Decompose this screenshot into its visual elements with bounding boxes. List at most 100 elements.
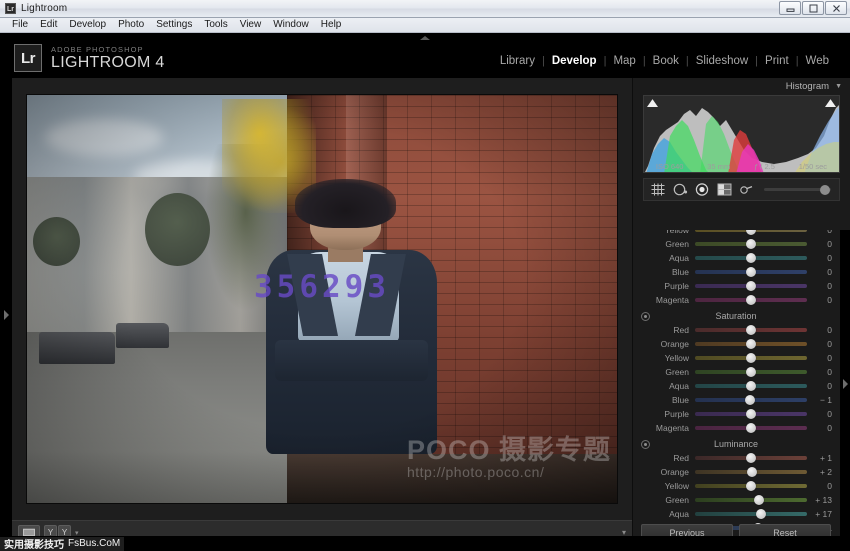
targeted-adjustment-icon[interactable]: [641, 312, 650, 321]
photo-preview[interactable]: 356293 POCO 摄影专题 http://photo.poco.cn/: [27, 95, 617, 503]
slider-track[interactable]: [695, 298, 807, 302]
maximize-button[interactable]: [802, 1, 824, 15]
slider-track[interactable]: [695, 342, 807, 346]
close-button[interactable]: [825, 1, 847, 15]
red-eye-icon[interactable]: [693, 182, 711, 198]
lightroom-shell: Lr ADOBE PHOTOSHOP LIGHTROOM 4 Library |…: [0, 33, 850, 551]
slider-knob[interactable]: [746, 367, 756, 377]
slider-knob[interactable]: [756, 509, 766, 519]
hsl-slider-row[interactable]: Magenta0: [633, 421, 839, 435]
module-develop[interactable]: Develop: [545, 54, 604, 68]
slider-track[interactable]: [695, 498, 807, 502]
module-print[interactable]: Print: [758, 54, 796, 68]
hsl-slider-row[interactable]: Purple0: [633, 407, 839, 421]
slider-track[interactable]: [695, 356, 807, 360]
hsl-panel-scroll-area[interactable]: Yellow0Green0Aqua0Blue0Purple0Magenta0Sa…: [633, 230, 839, 537]
targeted-adjustment-icon[interactable]: [641, 440, 650, 449]
histogram-header[interactable]: Histogram ▼: [633, 78, 850, 95]
slider-track[interactable]: [695, 512, 807, 516]
slider-track[interactable]: [695, 284, 807, 288]
slider-track[interactable]: [695, 384, 807, 388]
slider-knob[interactable]: [754, 495, 764, 505]
hsl-slider-row[interactable]: Aqua0: [633, 251, 839, 265]
hsl-slider-row[interactable]: Green0: [633, 365, 839, 379]
slider-knob[interactable]: [746, 253, 756, 263]
slider-knob[interactable]: [746, 409, 756, 419]
menu-item-develop[interactable]: Develop: [63, 18, 112, 32]
hsl-slider-row[interactable]: Yellow0: [633, 351, 839, 365]
menu-item-view[interactable]: View: [234, 18, 268, 32]
hsl-slider-row[interactable]: Green+ 13: [633, 493, 839, 507]
module-map[interactable]: Map: [606, 54, 642, 68]
identity-plate[interactable]: Lr ADOBE PHOTOSHOP LIGHTROOM 4: [14, 44, 165, 72]
hsl-slider-row[interactable]: Red+ 1: [633, 451, 839, 465]
menu-item-file[interactable]: File: [6, 18, 34, 32]
slider-track[interactable]: [695, 484, 807, 488]
slider-track[interactable]: [695, 328, 807, 332]
hsl-slider-row[interactable]: Blue0: [633, 265, 839, 279]
slider-knob[interactable]: [746, 295, 756, 305]
hsl-slider-row[interactable]: Yellow0: [633, 230, 839, 237]
hsl-slider-row[interactable]: Orange+ 2: [633, 465, 839, 479]
slider-track[interactable]: [695, 412, 807, 416]
slider-track[interactable]: [695, 470, 807, 474]
slider-track[interactable]: [695, 370, 807, 374]
slider-knob[interactable]: [746, 281, 756, 291]
slider-knob[interactable]: [746, 267, 756, 277]
module-library[interactable]: Library: [493, 54, 542, 68]
menu-item-help[interactable]: Help: [315, 18, 348, 32]
slider-track[interactable]: [695, 256, 807, 260]
hsl-slider-row[interactable]: Green0: [633, 237, 839, 251]
menu-item-edit[interactable]: Edit: [34, 18, 63, 32]
slider-track[interactable]: [695, 398, 807, 402]
slider-knob[interactable]: [746, 423, 756, 433]
slider-track[interactable]: [695, 242, 807, 246]
product-wordmark: ADOBE PHOTOSHOP LIGHTROOM 4: [51, 44, 165, 72]
chevron-down-icon[interactable]: ▼: [835, 83, 842, 90]
slider-label: Blue: [637, 395, 695, 405]
adjustment-brush-icon[interactable]: [737, 182, 755, 198]
spot-removal-icon[interactable]: [671, 182, 689, 198]
module-slideshow[interactable]: Slideshow: [689, 54, 755, 68]
module-web[interactable]: Web: [799, 54, 836, 68]
histogram[interactable]: ISO 640 35 mm ƒ / 2.5 1/50 sec: [643, 95, 840, 173]
slider-knob[interactable]: [746, 353, 756, 363]
hsl-slider-row[interactable]: Purple0: [633, 279, 839, 293]
photo-stage[interactable]: 356293 POCO 摄影专题 http://photo.poco.cn/: [12, 78, 632, 520]
slider-track[interactable]: [695, 270, 807, 274]
slider-knob[interactable]: [746, 230, 756, 235]
os-title-bar: Lr Lightroom: [0, 0, 850, 18]
hsl-slider-row[interactable]: Yellow0: [633, 479, 839, 493]
crop-icon[interactable]: [649, 182, 667, 198]
slider-knob[interactable]: [747, 467, 757, 477]
slider-knob[interactable]: [746, 239, 756, 249]
exif-readout: ISO 640 35 mm ƒ / 2.5 1/50 sec: [644, 162, 839, 171]
menu-item-settings[interactable]: Settings: [150, 18, 198, 32]
hsl-slider-row[interactable]: Orange0: [633, 337, 839, 351]
menu-item-window[interactable]: Window: [267, 18, 315, 32]
slider-knob[interactable]: [745, 395, 755, 405]
hsl-slider-row[interactable]: Blue− 1: [633, 393, 839, 407]
slider-knob[interactable]: [746, 481, 756, 491]
top-panel-collapse-toggle[interactable]: [0, 33, 850, 42]
left-panel-collapse-toggle[interactable]: [0, 78, 12, 551]
menu-item-tools[interactable]: Tools: [198, 18, 233, 32]
graduated-filter-icon[interactable]: [715, 182, 733, 198]
hsl-slider-row[interactable]: Magenta0: [633, 293, 839, 307]
slider-knob[interactable]: [746, 325, 756, 335]
slider-track[interactable]: [695, 456, 807, 460]
slider-knob[interactable]: [746, 453, 756, 463]
hsl-slider-row[interactable]: Aqua+ 17: [633, 507, 839, 521]
module-book[interactable]: Book: [646, 54, 686, 68]
slider-track[interactable]: [695, 230, 807, 232]
brush-size-slider[interactable]: [764, 188, 831, 191]
slider-track[interactable]: [695, 426, 807, 430]
hsl-slider-row[interactable]: Aqua0: [633, 379, 839, 393]
right-panel-collapse-toggle[interactable]: [840, 230, 850, 537]
slider-knob[interactable]: [746, 339, 756, 349]
slider-knob[interactable]: [746, 381, 756, 391]
minimize-button[interactable]: [779, 1, 801, 15]
menu-item-photo[interactable]: Photo: [112, 18, 150, 32]
hsl-slider-row[interactable]: Red0: [633, 323, 839, 337]
brush-size-knob[interactable]: [820, 185, 830, 195]
